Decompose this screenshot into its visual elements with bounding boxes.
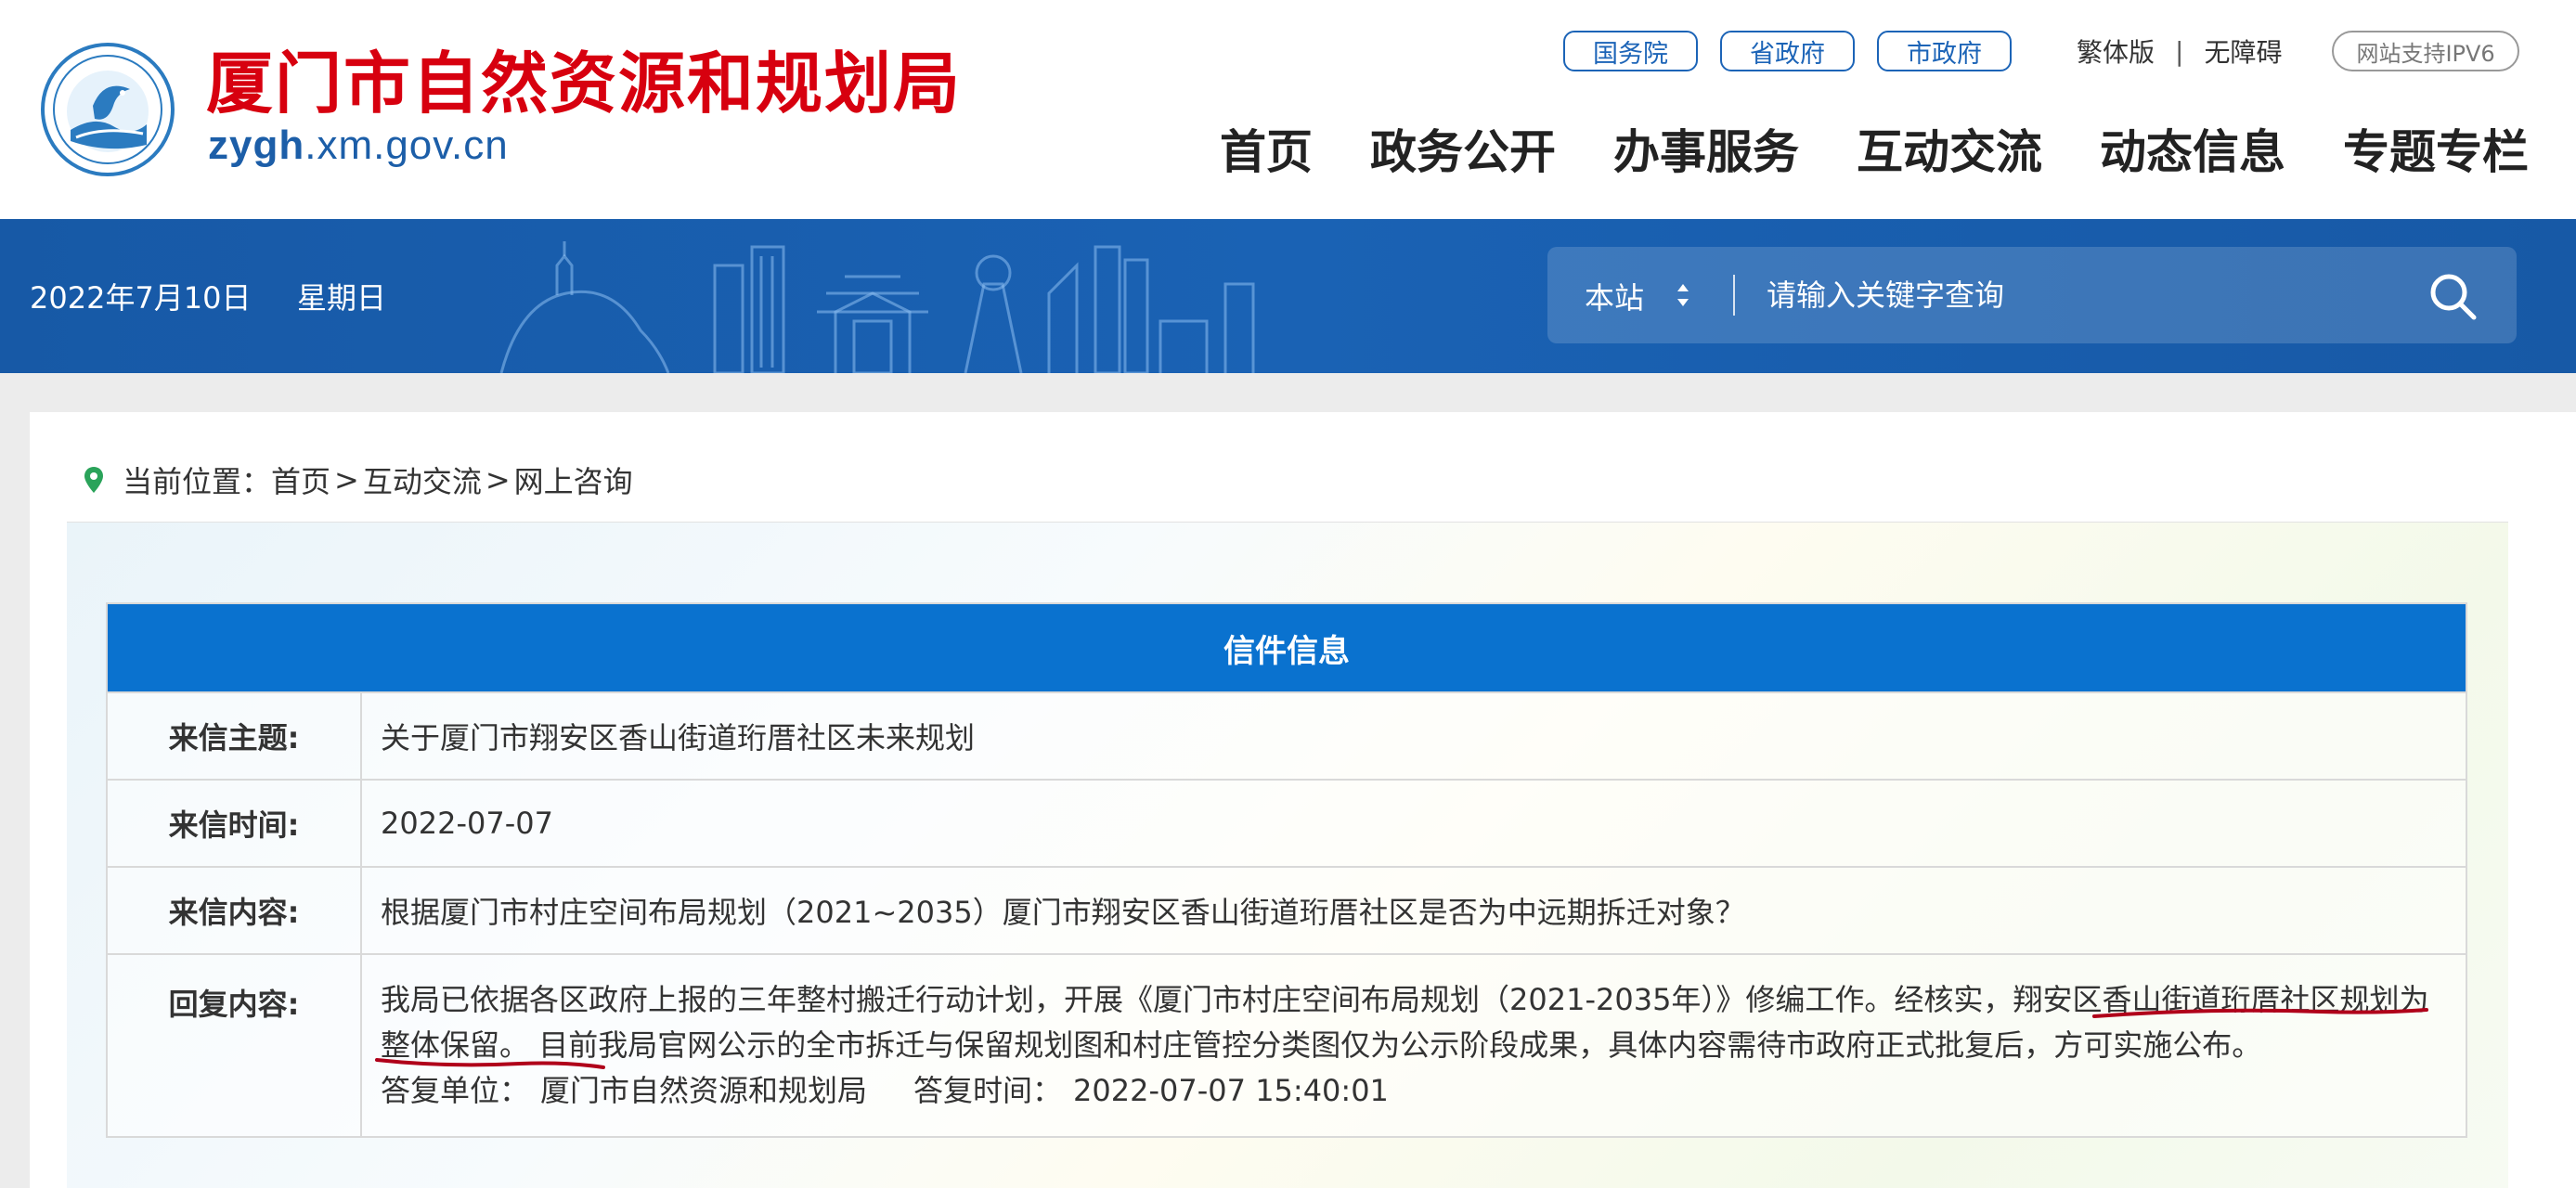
accessibility-link[interactable]: 无障碍 bbox=[2204, 32, 2282, 70]
nav-home[interactable]: 首页 bbox=[1220, 117, 1313, 187]
subject-value: 关于厦门市翔安区香山街道珩厝社区未来规划 bbox=[360, 691, 2467, 781]
breadcrumb-interaction[interactable]: 互动交流 bbox=[363, 458, 482, 501]
search-scope-select[interactable]: 本站 bbox=[1585, 275, 1644, 317]
city-skyline-illustration bbox=[499, 241, 1255, 373]
content-card: 当前位置： 首页 > 互动交流 > 网上咨询 信件信息 来信主题: 关于厦门市翔… bbox=[30, 412, 2576, 1188]
reply-text-part2: 。 目前我局官网公示的全市拆迁与保留规划图和村庄管控分类图仅为公示阶段成果，具体… bbox=[499, 1027, 2262, 1063]
nav-news[interactable]: 动态信息 bbox=[2100, 117, 2285, 187]
updown-arrows-icon[interactable] bbox=[1674, 277, 1692, 314]
reply-label: 回复内容: bbox=[106, 953, 362, 1138]
main-nav: 首页 政务公开 办事服务 互动交流 动态信息 专题专栏 bbox=[1220, 117, 2529, 187]
banner: 2022年7月10日 星期日 本站 bbox=[0, 219, 2576, 373]
reply-time-label: 答复时间： bbox=[913, 1073, 1063, 1108]
table-row: 来信内容: 根据厦门市村庄空间布局规划（2021~2035）厦门市翔安区香山街道… bbox=[106, 866, 2467, 955]
reply-value: 我局已依据各区政府上报的三年整村搬迁行动计划，开展《厦门市村庄空间布局规划（20… bbox=[360, 953, 2467, 1138]
reply-unit-value: 厦门市自然资源和规划局 bbox=[540, 1073, 868, 1108]
content-label: 来信内容: bbox=[106, 866, 362, 955]
nav-interaction[interactable]: 互动交流 bbox=[1857, 117, 2042, 187]
reply-text-part1: 我局已依据各区政府上报的三年整村搬迁行动计划，开展《厦门市村庄空间布局规划（20… bbox=[381, 982, 2013, 1017]
traditional-chinese-link[interactable]: 繁体版 bbox=[2077, 32, 2155, 70]
link-separator: | bbox=[2175, 35, 2184, 67]
bureau-logo-icon[interactable] bbox=[39, 41, 176, 178]
site-domain: zygh.xm.gov.cn bbox=[208, 123, 509, 169]
table-row: 来信时间: 2022-07-07 bbox=[106, 779, 2467, 868]
letter-table-title: 信件信息 bbox=[106, 602, 2467, 692]
ipv6-badge: 网站支持IPV6 bbox=[2332, 31, 2519, 71]
search-box: 本站 bbox=[1547, 247, 2517, 343]
subject-label: 来信主题: bbox=[106, 691, 362, 781]
site-header: 厦门市自然资源和规划局 zygh.xm.gov.cn 国务院 省政府 市政府 繁… bbox=[0, 0, 2576, 219]
breadcrumb-online-consult[interactable]: 网上咨询 bbox=[514, 458, 633, 501]
province-gov-link[interactable]: 省政府 bbox=[1720, 31, 1855, 71]
breadcrumb-prefix: 当前位置： bbox=[123, 464, 272, 499]
breadcrumb-separator: > bbox=[334, 462, 359, 497]
site-domain-rest: .xm.gov.cn bbox=[304, 123, 509, 168]
letter-info-table: 信件信息 来信主题: 关于厦门市翔安区香山街道珩厝社区未来规划 来信时间: 20… bbox=[106, 602, 2467, 1138]
breadcrumb-home[interactable]: 首页 bbox=[271, 458, 330, 501]
content-value: 根据厦门市村庄空间布局规划（2021~2035）厦门市翔安区香山街道珩厝社区是否… bbox=[360, 866, 2467, 955]
breadcrumb-separator: > bbox=[485, 462, 511, 497]
table-row: 回复内容: 我局已依据各区政府上报的三年整村搬迁行动计划，开展《厦门市村庄空间布… bbox=[106, 953, 2467, 1138]
search-icon[interactable] bbox=[2426, 269, 2479, 323]
current-date: 2022年7月10日 bbox=[30, 280, 252, 316]
breadcrumb: 当前位置： 首页 > 互动交流 > 网上咨询 bbox=[84, 458, 633, 501]
nav-gov-affairs[interactable]: 政务公开 bbox=[1370, 117, 1556, 187]
search-input[interactable] bbox=[1767, 267, 2398, 323]
top-links: 国务院 省政府 市政府 繁体版 | 无障碍 网站支持IPV6 bbox=[1563, 30, 2519, 72]
time-value: 2022-07-07 bbox=[360, 779, 2467, 868]
letter-panel: 信件信息 来信主题: 关于厦门市翔安区香山街道珩厝社区未来规划 来信时间: 20… bbox=[67, 522, 2508, 1188]
location-pin-icon bbox=[84, 467, 103, 493]
table-row: 来信主题: 关于厦门市翔安区香山街道珩厝社区未来规划 bbox=[106, 691, 2467, 781]
nav-services[interactable]: 办事服务 bbox=[1613, 117, 1799, 187]
state-council-link[interactable]: 国务院 bbox=[1563, 31, 1698, 71]
nav-topics[interactable]: 专题专栏 bbox=[2343, 117, 2529, 187]
search-divider bbox=[1733, 275, 1735, 316]
site-title[interactable]: 厦门市自然资源和规划局 bbox=[206, 37, 962, 130]
current-weekday: 星期日 bbox=[297, 280, 387, 316]
city-gov-link[interactable]: 市政府 bbox=[1877, 31, 2012, 71]
reply-meta: 答复单位： 厦门市自然资源和规划局 答复时间： 2022-07-07 15:40:01 bbox=[381, 1068, 2447, 1114]
reply-body: 我局已依据各区政府上报的三年整村搬迁行动计划，开展《厦门市村庄空间布局规划（20… bbox=[381, 977, 2447, 1068]
reply-time-value: 2022-07-07 15:40:01 bbox=[1073, 1073, 1389, 1108]
reply-unit-label: 答复单位： bbox=[381, 1073, 530, 1108]
time-label: 来信时间: bbox=[106, 779, 362, 868]
site-domain-bold: zygh bbox=[208, 123, 305, 168]
